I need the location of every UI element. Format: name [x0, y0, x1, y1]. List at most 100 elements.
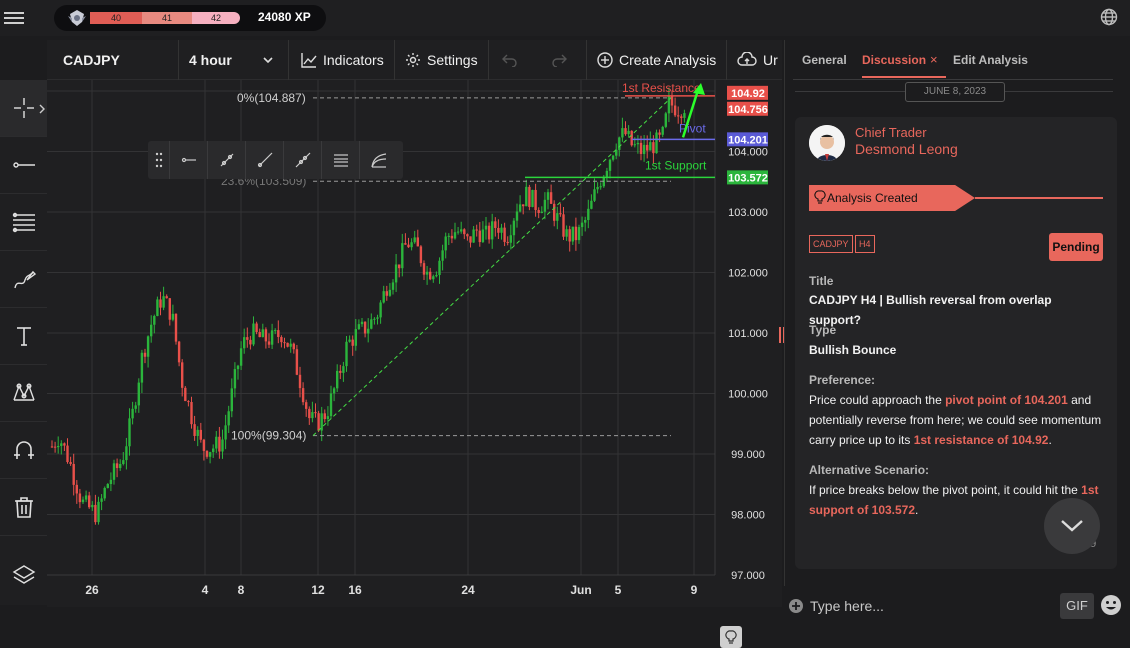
candle-body [438, 260, 441, 276]
undo-button[interactable] [489, 40, 537, 80]
tab-edit-analysis[interactable]: Edit Analysis [953, 53, 1028, 67]
y-tick-label: 103.000 [728, 207, 768, 219]
parallel-lines-button[interactable] [322, 141, 360, 179]
candle-body [196, 429, 199, 436]
candle-body [627, 130, 630, 135]
create-analysis-button[interactable]: Create Analysis [587, 40, 727, 80]
upload-label: Ur [763, 52, 778, 68]
tab-discussion[interactable]: Discussion [862, 53, 926, 67]
candle-body [401, 243, 404, 269]
candle-body [537, 210, 540, 213]
author-role: Chief Trader [855, 125, 927, 140]
resistance-highlight: 1st resistance of 104.92 [913, 433, 1049, 447]
fib-tool[interactable] [0, 194, 47, 251]
candle-body [593, 189, 596, 201]
line-tool[interactable] [0, 137, 47, 194]
pattern-tool[interactable] [0, 365, 47, 422]
x-tick-label: 26 [85, 583, 99, 597]
candle-body [642, 144, 646, 154]
candle-body [373, 318, 376, 320]
candle-body [317, 413, 320, 431]
candle-body [534, 189, 537, 211]
scroll-down-button[interactable] [1044, 498, 1100, 554]
idea-button[interactable] [720, 626, 742, 648]
candle-body [230, 388, 233, 412]
event-banner: Analysis Created [809, 185, 975, 211]
candle-body [447, 235, 450, 237]
candle-body [140, 352, 144, 383]
candle-body [394, 264, 398, 283]
candle-body [305, 402, 308, 409]
candle-body [673, 105, 677, 116]
emoji-icon[interactable] [1100, 594, 1122, 616]
plus-circle-icon [597, 52, 613, 68]
ray-icon [257, 152, 272, 168]
x-tick-label: 8 [238, 583, 245, 597]
upload-button[interactable]: Ur [727, 40, 782, 80]
layers-tool[interactable] [0, 546, 47, 603]
candle-body [636, 142, 640, 145]
settings-button[interactable]: Settings [395, 40, 489, 80]
crosshair-icon [13, 98, 34, 118]
chevron-down-icon [1061, 520, 1083, 532]
analysis-type: Bullish Bounce [809, 343, 897, 357]
delete-tool[interactable] [0, 479, 47, 536]
horizontal-ray-button[interactable] [170, 141, 208, 179]
avatar [809, 125, 845, 161]
add-attachment-icon[interactable] [788, 598, 804, 614]
author-name[interactable]: Desmond Leong [855, 141, 958, 157]
tab-general[interactable]: General [802, 53, 847, 67]
chevron-right-icon[interactable] [38, 104, 46, 114]
status-badge: Pending [1049, 233, 1103, 261]
candle-body [348, 339, 351, 342]
candle-body [267, 341, 271, 345]
indicators-button[interactable]: Indicators [289, 40, 395, 80]
support-label: 1st Support [645, 158, 707, 172]
candle-body [543, 199, 547, 212]
candle-body [571, 226, 574, 242]
candle-body [525, 186, 528, 207]
candle-body [453, 232, 457, 239]
price-badge-label: 103.572 [728, 172, 768, 184]
candle-body [382, 291, 385, 303]
candle-body [323, 413, 326, 420]
globe-icon[interactable] [1099, 7, 1119, 27]
candle-body [150, 324, 153, 337]
fib-fan-button[interactable] [360, 141, 398, 179]
candle-body [146, 336, 150, 357]
candle-body [357, 324, 361, 330]
close-tab-icon[interactable]: × [930, 52, 938, 67]
brush-tool[interactable] [0, 251, 47, 308]
candle-body [233, 369, 237, 389]
hamburger-menu-icon[interactable] [4, 9, 24, 27]
drag-handle[interactable] [148, 141, 170, 179]
timeframe-dropdown[interactable]: 4 hour [179, 40, 289, 80]
candle-body [69, 462, 72, 464]
extended-line-button[interactable] [284, 141, 322, 179]
message-input[interactable] [810, 594, 1050, 618]
price-badge-label: 104.201 [728, 134, 768, 146]
redo-button[interactable] [537, 40, 587, 80]
candle-body [363, 321, 367, 334]
candle-body [466, 234, 469, 237]
candle-body [670, 96, 674, 106]
candle-body [53, 446, 57, 448]
candle-body [432, 276, 435, 280]
candle-body [162, 296, 165, 308]
gif-button[interactable]: GIF [1060, 593, 1094, 619]
ray-button[interactable] [246, 141, 284, 179]
trend-line-button[interactable] [208, 141, 246, 179]
candle-body [243, 337, 246, 349]
y-tick-label: 101.000 [728, 328, 768, 340]
crosshair-tool[interactable] [0, 80, 47, 137]
magnet-tool[interactable] [0, 422, 47, 479]
x-tick-label: 4 [202, 583, 209, 597]
candle-body [255, 323, 258, 333]
candle-body [515, 211, 519, 221]
text-tool[interactable] [0, 308, 47, 365]
candle-body [441, 250, 444, 261]
symbol-selector[interactable]: CADJPY [47, 40, 179, 80]
trash-icon [14, 497, 33, 518]
extended-line-icon [295, 152, 310, 168]
candle-body [491, 221, 494, 240]
